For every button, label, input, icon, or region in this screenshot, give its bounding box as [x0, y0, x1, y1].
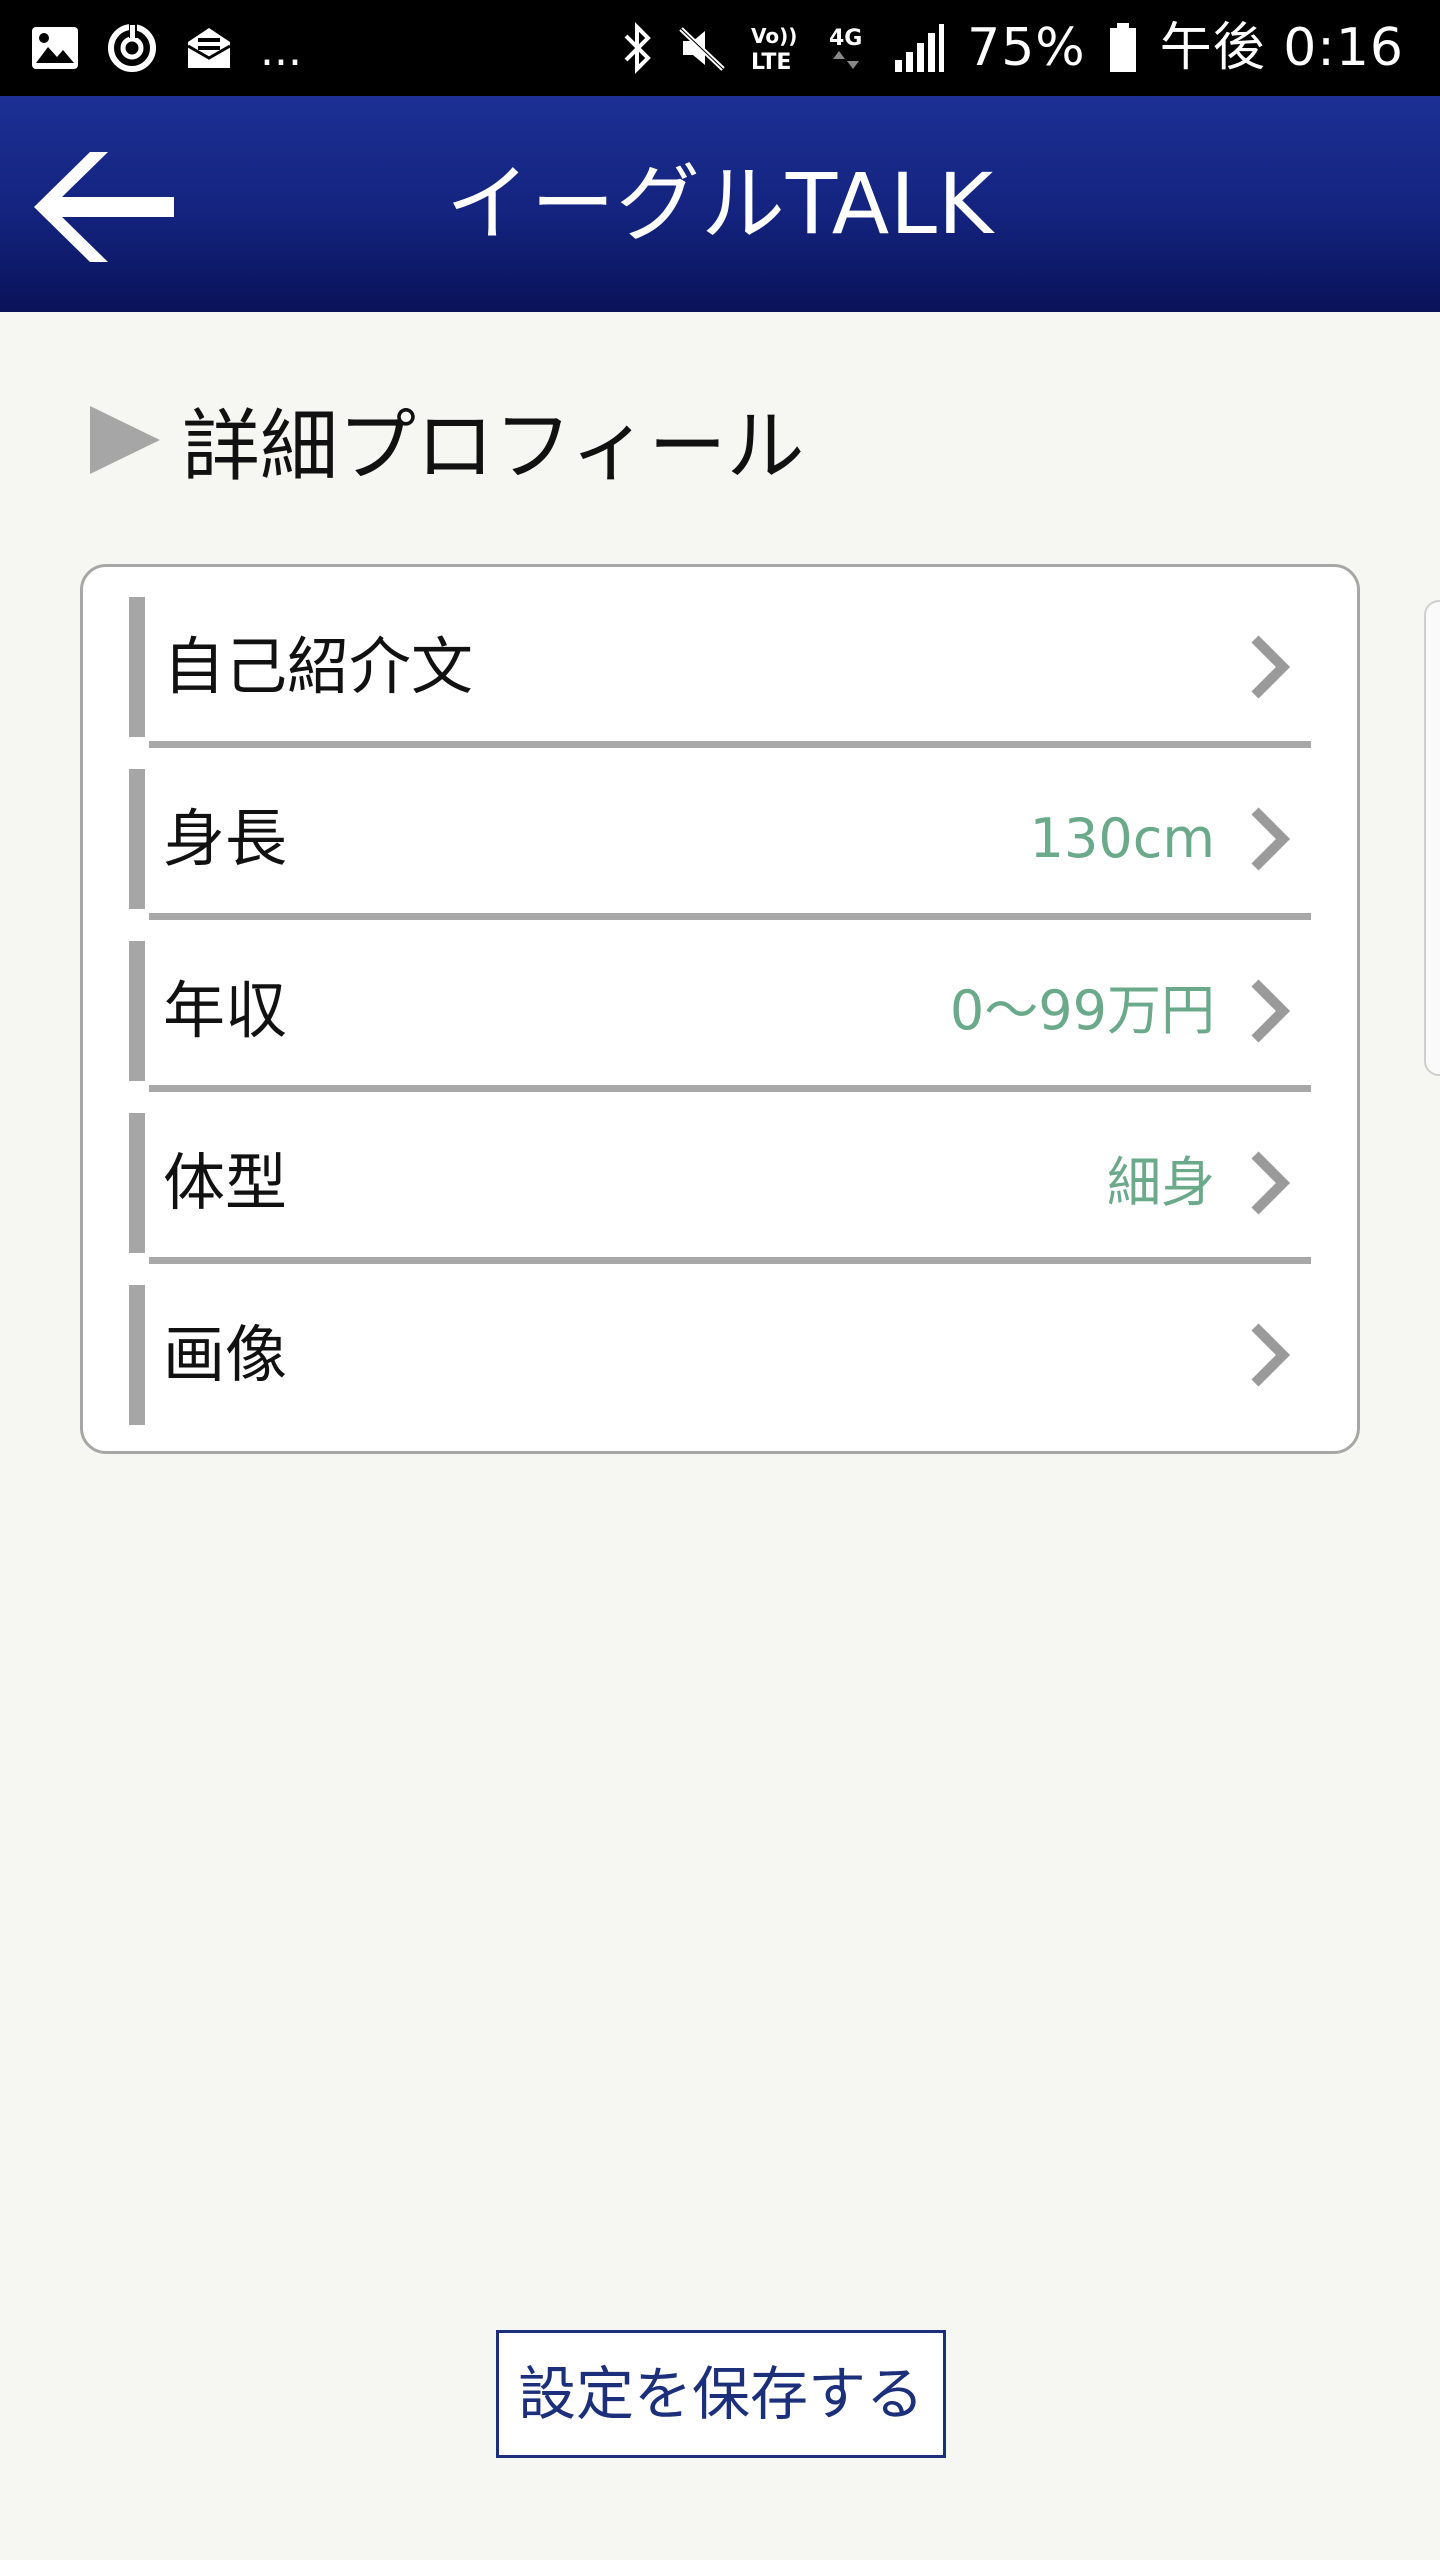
battery-percent: 75% — [967, 18, 1086, 78]
row-body-type[interactable]: 体型 細身 — [129, 1113, 1319, 1285]
sync-icon — [108, 24, 156, 72]
clock: 午後 0:16 — [1159, 18, 1404, 78]
bluetooth-icon — [624, 22, 651, 74]
volte-icon: Vo)) LTE — [751, 24, 797, 75]
image-icon — [32, 27, 78, 69]
row-label: 自己紹介文 — [163, 630, 474, 703]
row-label: 年収 — [163, 974, 288, 1047]
svg-text:4G: 4G — [829, 26, 862, 51]
row-divider — [149, 1085, 1311, 1092]
signal-icon — [895, 24, 945, 72]
row-accent-bar — [129, 941, 145, 1081]
row-label: 体型 — [163, 1146, 288, 1219]
mute-icon — [679, 27, 725, 71]
svg-text:LTE: LTE — [751, 50, 791, 75]
row-accent-bar — [129, 1285, 145, 1425]
section-heading: 詳細プロフィール — [90, 390, 804, 492]
row-value: 0〜99万円 — [949, 979, 1215, 1042]
row-divider — [149, 913, 1311, 920]
more-notifications: ... — [260, 25, 302, 76]
4g-icon: 4G — [829, 26, 862, 69]
row-accent-bar — [129, 597, 145, 737]
row-value: 130cm — [1029, 807, 1215, 870]
row-value: 細身 — [1107, 1151, 1215, 1214]
battery-icon — [1109, 23, 1136, 72]
section-title: 詳細プロフィール — [182, 402, 805, 492]
row-divider — [149, 1257, 1311, 1264]
save-settings-button[interactable]: 設定を保存する — [496, 2330, 946, 2458]
row-annual-income[interactable]: 年収 0〜99万円 — [129, 941, 1319, 1113]
chevron-right-icon — [1251, 807, 1291, 871]
chevron-right-icon — [1251, 1323, 1291, 1387]
row-label: 画像 — [163, 1318, 288, 1391]
svg-text:Vo)): Vo)) — [751, 24, 797, 48]
row-divider — [149, 741, 1311, 748]
row-height[interactable]: 身長 130cm — [129, 769, 1319, 941]
profile-list: 自己紹介文 身長 130cm 年収 0〜99万円 体型 細身 画像 — [80, 564, 1360, 1454]
status-left-icons: ... — [30, 18, 302, 78]
app-title: イーグルTALK — [445, 155, 995, 253]
side-panel-edge — [1424, 600, 1440, 1076]
arrow-left-icon — [34, 152, 174, 262]
chevron-right-icon — [1251, 979, 1291, 1043]
row-label: 身長 — [163, 802, 288, 875]
triangle-bullet-icon — [90, 406, 160, 474]
row-image[interactable]: 画像 — [129, 1285, 1319, 1457]
row-self-introduction[interactable]: 自己紹介文 — [129, 597, 1319, 769]
status-right-icons: Vo)) LTE 4G 75% 午後 0:16 — [621, 14, 1404, 82]
back-button[interactable] — [34, 152, 184, 262]
row-accent-bar — [129, 769, 145, 909]
chevron-right-icon — [1251, 1151, 1291, 1215]
chevron-right-icon — [1251, 635, 1291, 699]
row-accent-bar — [129, 1113, 145, 1253]
mail-icon — [187, 28, 231, 68]
app-header: イーグルTALK — [0, 96, 1440, 312]
status-bar: ... Vo)) LTE 4G 75% 午後 0:16 — [0, 0, 1440, 96]
